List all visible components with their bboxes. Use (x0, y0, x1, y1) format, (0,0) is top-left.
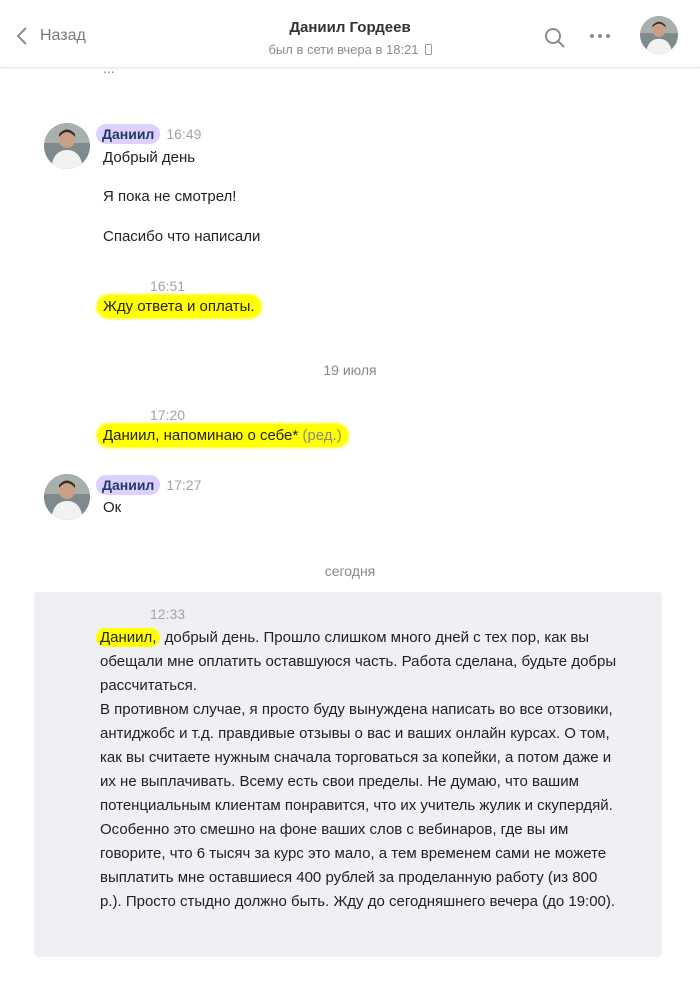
message-text: Добрый день (103, 149, 196, 166)
avatar[interactable] (44, 474, 90, 520)
highlighted-text: Даниил, напоминаю о себе* (ред.) (97, 424, 348, 447)
message-body: Даниил, напоминаю о себе* (103, 427, 299, 444)
message-time: 16:49 (166, 126, 202, 142)
message-paragraph: В противном случае, я просто буду вынужд… (100, 701, 616, 910)
message-text: Спасибо что написали (103, 228, 261, 245)
date-divider: сегодня (324, 563, 376, 579)
mobile-phone-icon (424, 44, 432, 55)
message-text: Я пока не смотрел! (103, 188, 237, 205)
chat-title[interactable]: Даниил Гордеев был в сети вчера в 18:21 (0, 19, 700, 59)
message-header: Даниил 16:49 (96, 124, 201, 144)
highlighted-text: Жду ответа и оплаты. (97, 295, 261, 318)
selected-message-block[interactable]: 12:33 Даниил, добрый день. Прошло слишко… (34, 592, 662, 957)
message-paragraph: Даниил, добрый день. Прошло слишком мног… (96, 626, 620, 698)
search-icon[interactable] (544, 27, 566, 49)
contact-avatar[interactable] (640, 16, 678, 54)
edited-mark: (ред.) (302, 427, 342, 444)
chat-header: Назад Даниил Гордеев был в сети вчера в … (0, 0, 700, 68)
message-time: 12:33 (150, 606, 186, 622)
author-name[interactable]: Даниил (96, 475, 161, 495)
message-time: 17:20 (150, 407, 186, 423)
message-text: Даниил, напоминаю о себе* (ред.) (97, 424, 348, 448)
message-header: Даниил 17:27 (96, 475, 201, 495)
highlighted-text: Даниил, (96, 628, 161, 647)
more-options-icon[interactable] (590, 34, 610, 38)
contact-status: был в сети вчера в 18:21 (268, 42, 432, 57)
avatar[interactable] (44, 123, 90, 169)
message-text: Ок (103, 499, 122, 516)
message-body: добрый день. Прошло слишком много дней с… (100, 629, 617, 694)
message-time: 16:51 (150, 278, 186, 294)
message-time: 17:27 (166, 477, 202, 493)
author-name[interactable]: Даниил (96, 124, 161, 144)
date-divider: 19 июля (323, 362, 377, 378)
message-text: Даниил, добрый день. Прошло слишком мног… (96, 626, 620, 914)
message-text: Жду ответа и оплаты. (97, 295, 261, 319)
status-text: был в сети вчера в 18:21 (268, 42, 419, 57)
